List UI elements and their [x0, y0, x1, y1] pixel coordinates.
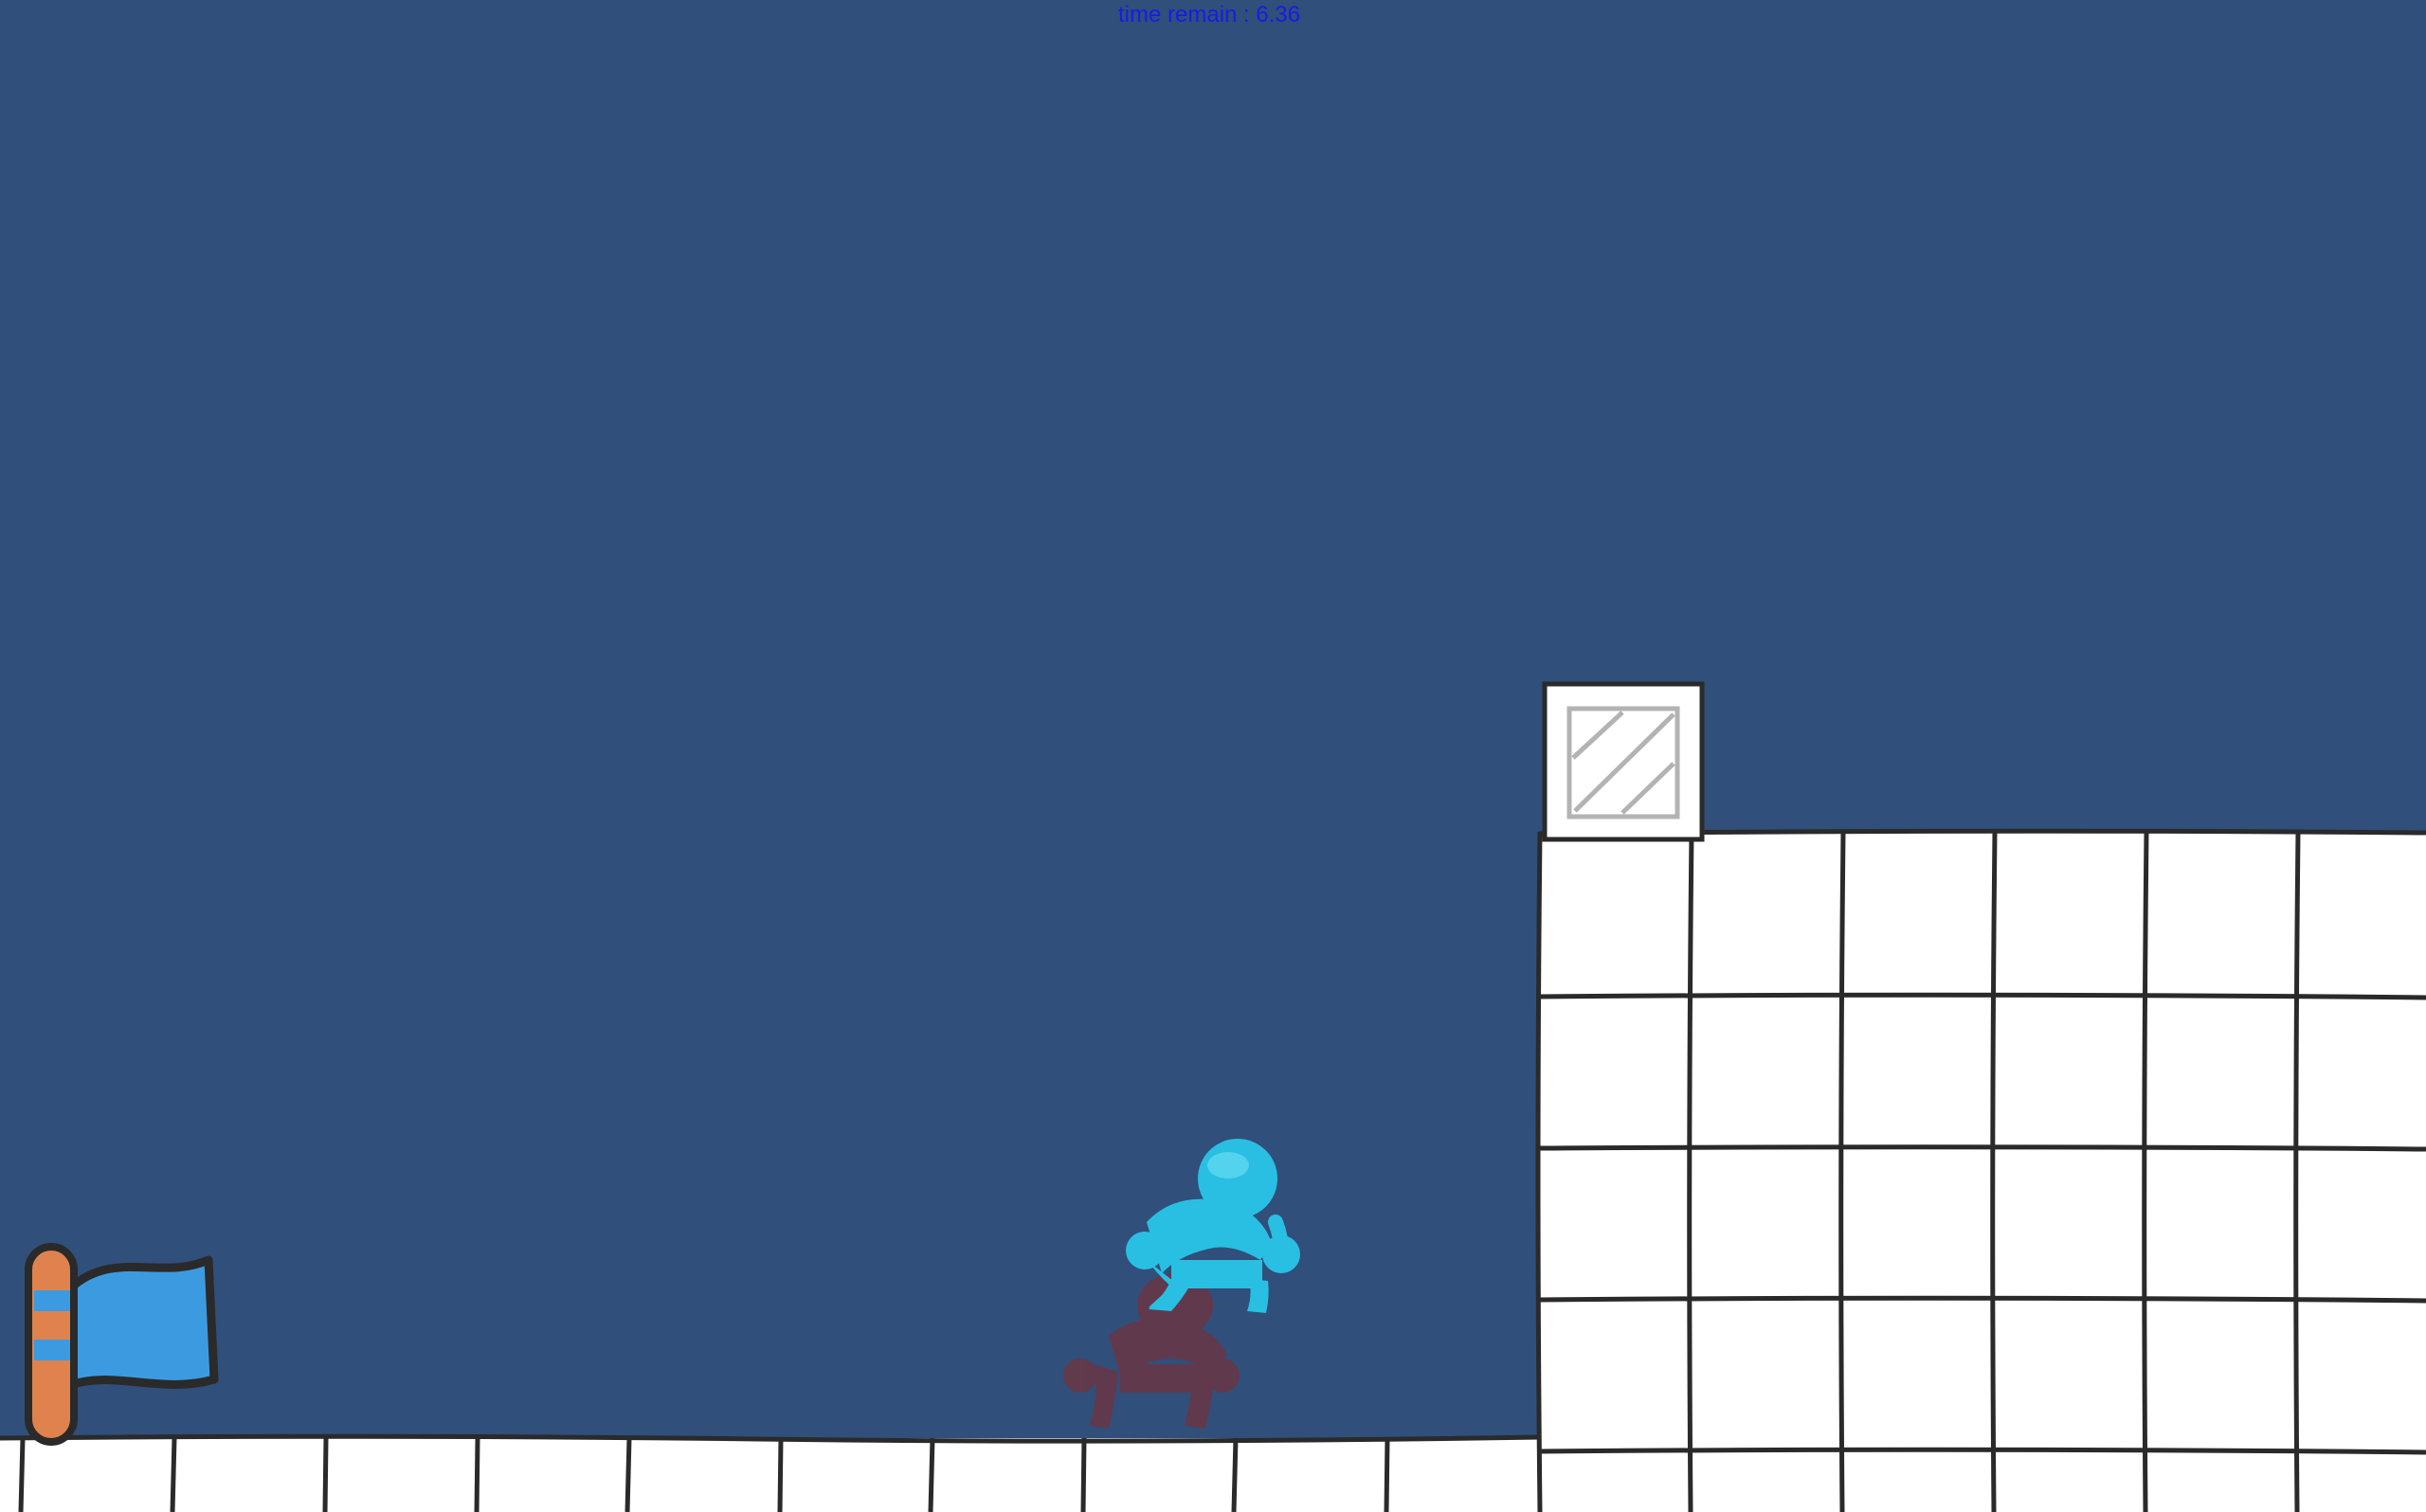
shadow-player — [1063, 1273, 1240, 1429]
time-remaining-readout: time remain : 6.36 — [1118, 2, 1300, 28]
game-scene — [0, 681, 2426, 1512]
development-build-label: Development Build — [2308, 1491, 2420, 1506]
game-viewport[interactable]: time remain : 6.36 Development Build — [0, 0, 2426, 1512]
ground-floor — [0, 1433, 1542, 1512]
goal-flag — [25, 1243, 219, 1446]
timer-separator: : — [1237, 2, 1257, 27]
tile-platform — [1535, 828, 2426, 1512]
timer-value: 6.36 — [1256, 2, 1301, 27]
crate — [1542, 681, 1705, 842]
timer-label: time remain — [1118, 2, 1238, 27]
